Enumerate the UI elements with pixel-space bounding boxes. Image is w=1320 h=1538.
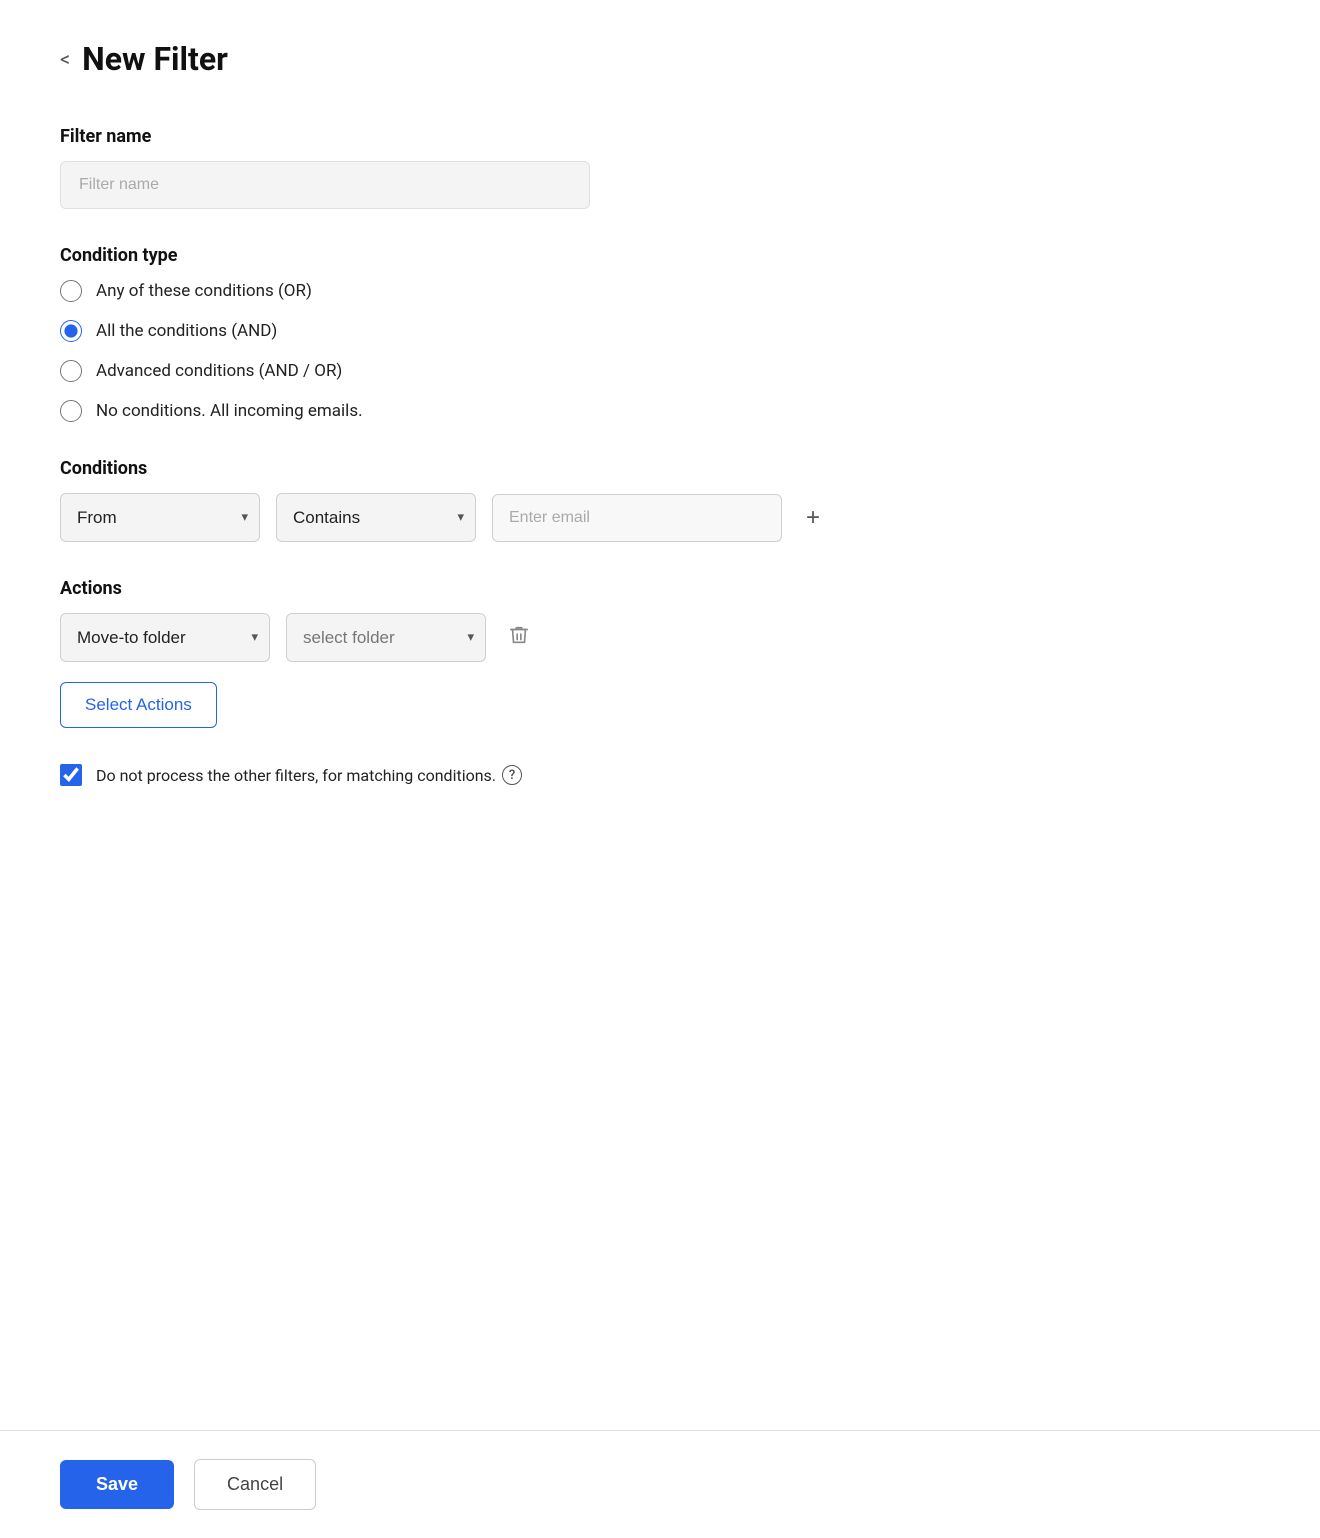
radio-item-or[interactable]: Any of these conditions (OR) <box>60 280 1260 302</box>
conditions-label: Conditions <box>60 458 1260 479</box>
radio-and-label: All the conditions (AND) <box>96 321 277 341</box>
no-process-label: Do not process the other filters, for ma… <box>96 765 522 785</box>
no-process-checkbox[interactable] <box>60 764 82 786</box>
from-select-wrapper: From To Subject Body ▾ <box>60 493 260 542</box>
cancel-button[interactable]: Cancel <box>194 1459 316 1510</box>
action-select-wrapper: Move-to folder Mark as read Delete Forwa… <box>60 613 270 662</box>
select-actions-button[interactable]: Select Actions <box>60 682 217 728</box>
back-icon[interactable]: < <box>60 49 70 69</box>
action-select[interactable]: Move-to folder Mark as read Delete Forwa… <box>60 613 270 662</box>
footer: Save Cancel <box>0 1430 1320 1538</box>
filter-name-label: Filter name <box>60 126 1260 147</box>
actions-row: Move-to folder Mark as read Delete Forwa… <box>60 613 1260 662</box>
radio-or-label: Any of these conditions (OR) <box>96 281 312 301</box>
radio-item-advanced[interactable]: Advanced conditions (AND / OR) <box>60 360 1260 382</box>
radio-item-none[interactable]: No conditions. All incoming emails. <box>60 400 1260 422</box>
filter-name-input[interactable] <box>60 161 590 209</box>
no-process-checkbox-row: Do not process the other filters, for ma… <box>60 764 1260 786</box>
radio-none[interactable] <box>60 400 82 422</box>
contains-select[interactable]: Contains Does not contain Is Is not <box>276 493 476 542</box>
actions-label: Actions <box>60 578 1260 599</box>
condition-type-section: Condition type Any of these conditions (… <box>60 245 1260 422</box>
conditions-row: From To Subject Body ▾ Contains Does not… <box>60 493 1260 542</box>
radio-none-label: No conditions. All incoming emails. <box>96 401 363 421</box>
folder-select-wrapper: select folder Inbox Archive Spam Trash ▾ <box>286 613 486 662</box>
radio-advanced-label: Advanced conditions (AND / OR) <box>96 361 342 381</box>
radio-or[interactable] <box>60 280 82 302</box>
save-button[interactable]: Save <box>60 1460 174 1509</box>
from-select[interactable]: From To Subject Body <box>60 493 260 542</box>
page-header: < New Filter <box>60 40 1260 78</box>
help-icon[interactable]: ? <box>502 765 522 785</box>
condition-type-radio-group: Any of these conditions (OR) All the con… <box>60 280 1260 422</box>
delete-action-button[interactable] <box>502 618 536 658</box>
trash-icon <box>508 624 530 646</box>
email-input[interactable] <box>492 494 782 542</box>
actions-section: Actions Move-to folder Mark as read Dele… <box>60 578 1260 728</box>
radio-advanced[interactable] <box>60 360 82 382</box>
page-title: New Filter <box>82 40 228 78</box>
contains-select-wrapper: Contains Does not contain Is Is not ▾ <box>276 493 476 542</box>
radio-item-and[interactable]: All the conditions (AND) <box>60 320 1260 342</box>
add-condition-button[interactable]: + <box>798 502 828 534</box>
radio-and[interactable] <box>60 320 82 342</box>
folder-select[interactable]: select folder Inbox Archive Spam Trash <box>286 613 486 662</box>
filter-name-section: Filter name <box>60 126 1260 209</box>
conditions-section: Conditions From To Subject Body ▾ Contai… <box>60 458 1260 542</box>
condition-type-label: Condition type <box>60 245 1260 266</box>
